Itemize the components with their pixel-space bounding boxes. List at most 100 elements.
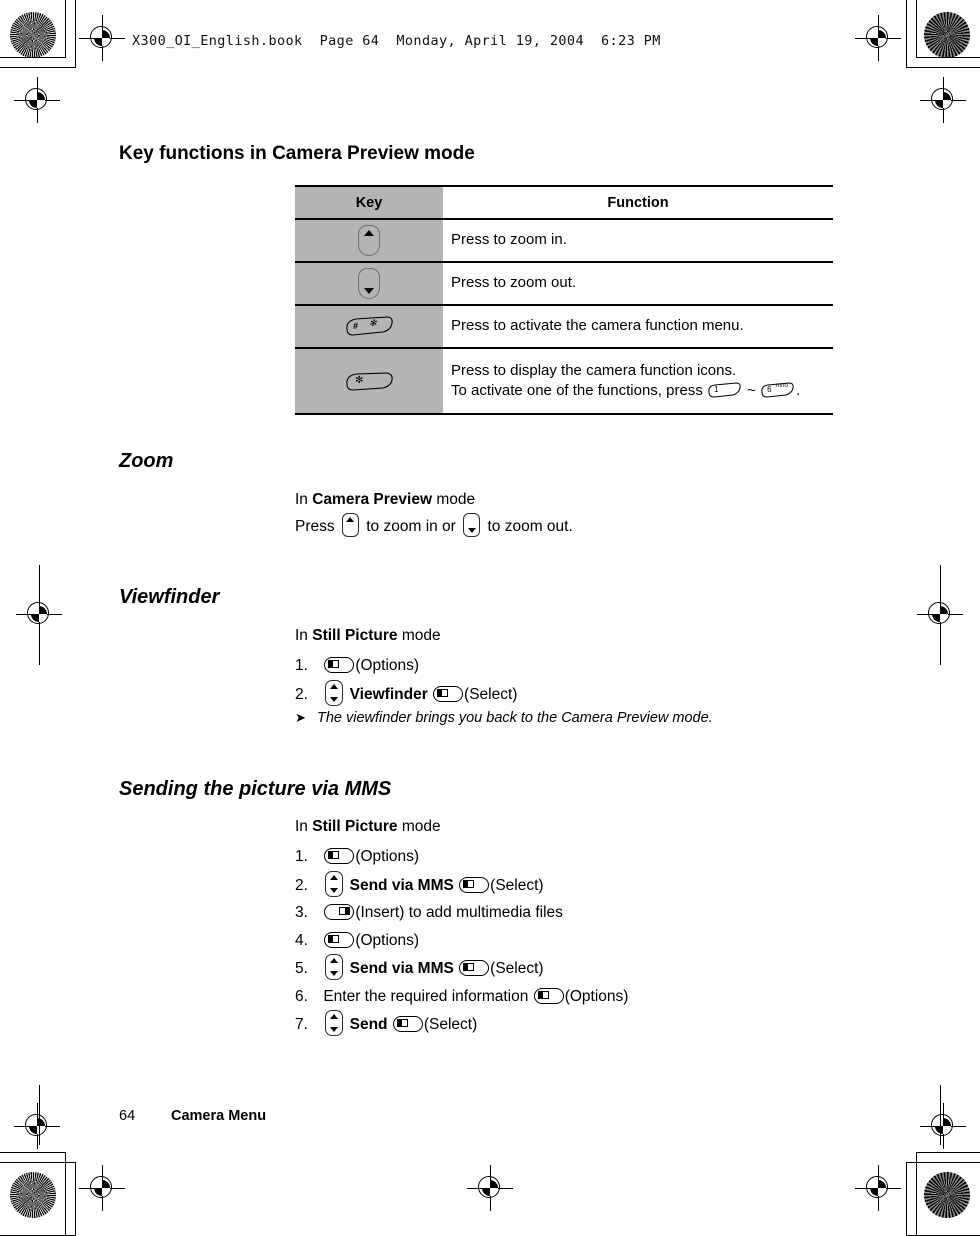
viewfinder-mode-bold: Still Picture [312, 627, 398, 644]
table-cell-key [295, 261, 443, 306]
table-cell-key: # ✻ [295, 304, 443, 349]
step-menu-label: Send via MMS [349, 876, 454, 894]
viewfinder-steps-list: 1. (Options) 2. Viewfinder (Select) [295, 652, 517, 708]
step-number: 1. [295, 657, 308, 674]
function-line-2-period: . [796, 381, 801, 399]
zoom-instruction-a: Press [295, 518, 335, 535]
left-softkey-icon [533, 987, 564, 1004]
heading-viewfinder: Viewfinder [119, 586, 220, 608]
registration-mark-upper-right-2 [920, 77, 966, 123]
step-menu-label: Viewfinder [349, 685, 428, 703]
registration-mark-top-left [79, 15, 125, 61]
table-row: # ✻ Press to activate the camera functio… [295, 304, 833, 349]
step-label: (Insert) to add multimedia files [355, 904, 563, 922]
list-item: 5. Send via MMS (Select) [295, 954, 628, 983]
nav-up-key-icon [358, 225, 380, 256]
step-number: 3. [295, 904, 308, 922]
table-row: Press to zoom in. [295, 218, 833, 263]
step-label: (Options) [355, 931, 420, 949]
viewfinder-note-text: The viewfinder brings you back to the Ca… [317, 710, 713, 726]
step-label: (Select) [490, 960, 544, 978]
column-header-key: Key [295, 185, 443, 220]
nav-down-key-icon [463, 513, 481, 537]
number-key-6-label: 6 [767, 384, 772, 394]
left-softkey-icon [324, 657, 355, 673]
trim-box-top-right-inner [906, 0, 980, 68]
registration-mark-upper-left-2 [14, 77, 60, 123]
step-number: 7. [295, 1016, 308, 1034]
number-key-1-icon: 1 [707, 381, 743, 398]
step-label: (Options) [355, 848, 420, 865]
footer-chapter-title: Camera Menu [171, 1108, 267, 1124]
zoom-instruction-c: to zoom out. [487, 518, 573, 535]
tilde-separator: ~ [747, 381, 756, 399]
table-header-row: Key Function [295, 185, 833, 220]
list-item: 4. (Options) [295, 927, 628, 955]
viewfinder-mode-line: In Still Picture mode [295, 623, 441, 649]
nav-updown-key-icon [325, 679, 344, 706]
registration-mark-bottom-right-2 [855, 1165, 901, 1211]
number-key-1-label: 1 [714, 384, 719, 394]
arrow-bullet-icon: ➤ [295, 710, 306, 725]
table-cell-function: Press to zoom in. [443, 218, 833, 263]
step-text: Enter the required information [323, 987, 529, 1005]
step-number: 5. [295, 960, 308, 978]
list-item: 3. (Insert) to add multimedia files [295, 899, 628, 927]
heading-sending-mms: Sending the picture via MMS [119, 778, 392, 800]
zoom-instruction-b: to zoom in or [366, 518, 456, 535]
viewfinder-mode-prefix: In [295, 627, 313, 644]
list-item: 2. Send via MMS (Select) [295, 870, 628, 900]
registration-mark-bottom-center [467, 1165, 513, 1211]
table-row: Press to zoom out. [295, 261, 833, 306]
function-line-2-text: To activate one of the functions, press [451, 381, 703, 399]
mms-mode-prefix: In [295, 818, 313, 835]
zoom-mode-suffix: mode [432, 491, 476, 508]
footer-page-number: 64 [119, 1108, 136, 1124]
function-line-1: Press to display the camera function ico… [451, 361, 737, 379]
left-softkey-icon [324, 848, 355, 864]
registration-mark-top-right [855, 15, 901, 61]
hash-key-icon: # ✻ [343, 316, 395, 337]
left-softkey-icon [459, 876, 490, 893]
zoom-mode-prefix: In [295, 491, 313, 508]
key-functions-table: Key Function Press to zoom in. Press to … [295, 185, 833, 415]
left-softkey-icon [324, 931, 355, 948]
table-cell-function: Press to activate the camera function me… [443, 304, 833, 349]
left-softkey-icon [433, 685, 464, 702]
list-item: 1. (Options) [295, 652, 517, 680]
list-item: 6. Enter the required information (Optio… [295, 983, 628, 1011]
step-number: 6. [295, 987, 308, 1005]
page-footer: 64 Camera Menu [119, 1108, 419, 1128]
step-label: (Select) [464, 685, 518, 703]
star-key-icon: ✻ [343, 371, 395, 392]
table-cell-key [295, 218, 443, 263]
step-label: (Select) [423, 1016, 478, 1034]
heading-zoom: Zoom [119, 450, 174, 472]
number-key-6-icon: 6 mno [760, 381, 796, 398]
trim-line-right-bottom [940, 1085, 941, 1145]
registration-mark-bottom-left-2 [79, 1165, 125, 1211]
left-softkey-icon [459, 960, 490, 977]
nav-down-key-icon [358, 268, 380, 299]
zoom-mode-line: In Camera Preview mode [295, 487, 475, 513]
nav-up-key-icon [341, 513, 359, 537]
mms-mode-bold: Still Picture [312, 818, 398, 835]
left-softkey-icon [392, 1016, 423, 1033]
print-header-text: X300_OI_English.book Page 64 Monday, Apr… [132, 33, 661, 49]
viewfinder-note: ➤ The viewfinder brings you back to the C… [295, 710, 713, 726]
list-item: 2. Viewfinder (Select) [295, 679, 518, 709]
heading-key-functions: Key functions in Camera Preview mode [119, 143, 475, 164]
nav-updown-key-icon [325, 954, 344, 981]
step-menu-label: Send [349, 1016, 388, 1034]
table-cell-key: ✻ [295, 347, 443, 415]
mms-steps-list: 1. (Options) 2. Send via MMS (Select) 3.… [295, 843, 628, 1039]
column-header-function: Function [443, 185, 833, 220]
step-number: 2. [295, 876, 308, 894]
registration-mark-bottom-right [920, 1103, 966, 1149]
table-cell-function: Press to display the camera function ico… [443, 347, 833, 415]
trim-box-top-left-inner [0, 0, 76, 68]
mms-mode-line: In Still Picture mode [295, 814, 441, 840]
step-number: 2. [295, 685, 308, 703]
registration-mark-left-middle [16, 591, 62, 637]
step-menu-label: Send via MMS [349, 960, 454, 978]
